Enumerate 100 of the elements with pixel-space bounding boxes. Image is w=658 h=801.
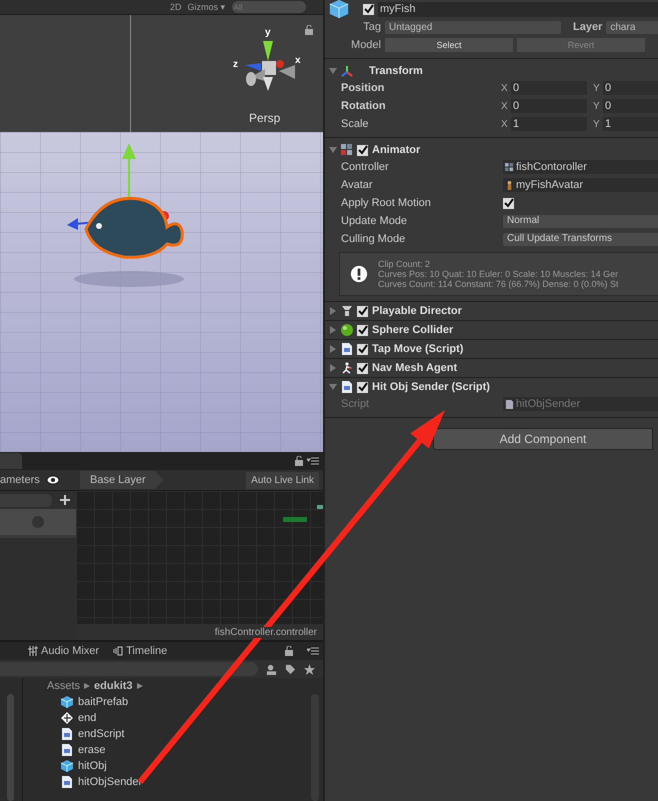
property-label: Script [341, 398, 370, 410]
script-file-icon [61, 728, 73, 740]
object-field[interactable]: myFishAvatar [503, 178, 658, 192]
enabled-checkbox[interactable] [357, 144, 368, 156]
panel-tab[interactable]: Audio Mixer [28, 645, 100, 657]
component-title[interactable]: Nav Mesh Agent [372, 362, 458, 374]
asset-item[interactable]: hitObj [78, 760, 107, 772]
lock-icon[interactable] [295, 456, 303, 466]
menu-icon[interactable] [307, 647, 319, 655]
x-axis-label: x [295, 55, 301, 66]
scrollbar[interactable] [7, 694, 14, 801]
model-label: Model [350, 39, 381, 51]
tag-icon[interactable] [285, 664, 296, 674]
foldout-arrow-icon[interactable] [329, 67, 337, 75]
component-title[interactable]: Transform [369, 65, 423, 77]
foldout-arrow-icon[interactable] [329, 146, 337, 154]
eye-icon[interactable] [46, 475, 60, 485]
breadcrumb-arrow-icon [136, 683, 143, 689]
projection-label[interactable]: Persp [249, 111, 280, 125]
x-field[interactable]: 0 [511, 81, 587, 95]
cube-icon [61, 696, 73, 708]
add-component-button[interactable]: Add Component [433, 428, 653, 450]
x-label: X [501, 118, 509, 130]
2d-toggle[interactable]: 2D [170, 1, 182, 13]
foldout-arrow-icon[interactable] [329, 307, 337, 315]
x-label: X [501, 82, 509, 94]
state-node[interactable] [283, 517, 307, 522]
component-title[interactable]: Tap Move (Script) [372, 343, 464, 355]
y-field[interactable]: 1 [603, 117, 658, 131]
foldout-arrow-icon[interactable] [329, 326, 337, 334]
y-label: Y [593, 118, 601, 130]
asset-item[interactable]: baitPrefab [78, 696, 128, 708]
asset-item[interactable]: erase [78, 744, 106, 756]
enabled-checkbox[interactable] [357, 362, 368, 374]
unity-scene-icon [61, 712, 73, 724]
dropdown[interactable]: Normal [503, 214, 658, 228]
y-label: Y [593, 100, 601, 112]
filter-by-type-icon[interactable] [266, 664, 277, 674]
enabled-checkbox[interactable] [357, 324, 368, 336]
tag-dropdown[interactable]: Untagged [385, 20, 561, 34]
animator-icon [505, 162, 514, 172]
timeline-icon [113, 646, 124, 656]
active-checkbox[interactable] [363, 4, 374, 14]
component-title[interactable]: Sphere Collider [372, 324, 454, 336]
lock-icon[interactable] [285, 646, 293, 656]
scene-viewport[interactable]: y z x Persp [0, 15, 323, 452]
z-axis-label: z [233, 59, 238, 70]
foldout-arrow-icon[interactable] [329, 383, 337, 391]
foldout-arrow-icon[interactable] [329, 345, 337, 353]
tag-label: Tag [362, 21, 381, 33]
script-file-icon [61, 776, 73, 788]
base-layer-breadcrumb[interactable]: Base Layer [80, 471, 164, 489]
auto-live-link-button[interactable]: Auto Live Link [246, 472, 319, 488]
avatar-icon [505, 180, 514, 190]
asset-item[interactable]: endScript [78, 728, 124, 740]
lock-icon[interactable] [305, 25, 313, 35]
enabled-checkbox[interactable] [357, 306, 368, 316]
asset-item[interactable]: end [78, 712, 96, 724]
enabled-checkbox[interactable] [357, 382, 368, 392]
info-text: Clip Count: 2 [378, 259, 432, 269]
breadcrumb-item[interactable]: edukit3 [94, 680, 133, 692]
property-label: Apply Root Motion [341, 197, 432, 209]
x-label: X [501, 100, 509, 112]
animator-icon [341, 144, 353, 156]
breadcrumb-arrow-icon [84, 683, 90, 689]
toggle-icon[interactable] [32, 516, 44, 528]
gizmos-dropdown[interactable]: Gizmos ▾ [188, 1, 226, 13]
name-field[interactable]: myFish [378, 2, 658, 16]
add-icon[interactable] [60, 495, 70, 505]
cube-icon [61, 760, 73, 772]
mixer-icon [28, 646, 38, 656]
star-icon[interactable] [304, 664, 315, 674]
x-field[interactable]: 1 [511, 117, 587, 131]
layer-dropdown[interactable]: chara [606, 20, 658, 34]
x-field[interactable]: 0 [511, 99, 587, 113]
director-icon [341, 305, 353, 317]
component-title[interactable]: Hit Obj Sender (Script) [372, 381, 490, 393]
property-label: Rotation [341, 100, 387, 112]
menu-icon[interactable] [307, 457, 319, 465]
y-axis-label: y [265, 27, 271, 38]
panel-tab[interactable]: Timeline [113, 645, 168, 657]
object-field[interactable]: fishContoroller [503, 160, 658, 174]
checkbox[interactable] [503, 198, 514, 208]
info-icon [350, 265, 368, 283]
foldout-arrow-icon[interactable] [329, 364, 337, 372]
dropdown[interactable]: Cull Update Transforms [503, 232, 658, 246]
sphere-icon [341, 324, 353, 336]
model-button[interactable]: Select [385, 38, 513, 52]
y-field[interactable]: 0 [603, 99, 658, 113]
search-field[interactable] [0, 662, 258, 676]
breadcrumb-item[interactable]: Assets [47, 680, 80, 692]
y-field[interactable]: 0 [603, 81, 658, 95]
cube-icon [329, 0, 349, 19]
component-title[interactable]: Animator [372, 144, 420, 156]
controller-filename: fishController.controller [214, 626, 317, 638]
component-title[interactable]: Playable Director [372, 305, 462, 317]
asset-item[interactable]: hitObjSender [78, 776, 142, 788]
enabled-checkbox[interactable] [357, 344, 368, 354]
state-node[interactable] [317, 505, 323, 509]
layer-label: Layer [573, 21, 602, 33]
